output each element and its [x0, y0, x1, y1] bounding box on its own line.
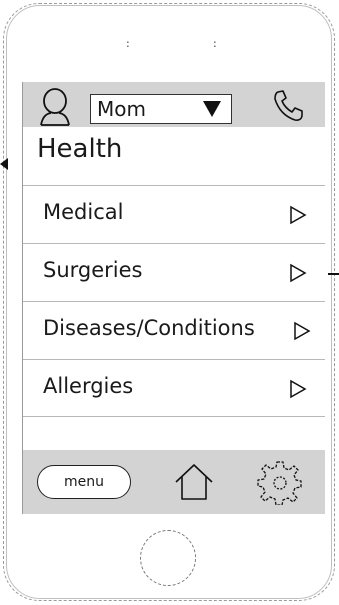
profile-select-value: Mom: [97, 97, 146, 121]
earpiece-dot-left: :: [126, 37, 130, 50]
earpiece-dot-right: :: [213, 37, 217, 50]
home-icon[interactable]: [173, 462, 215, 502]
annotation-tick-right: [328, 273, 339, 275]
menu-item-diseases-conditions[interactable]: Diseases/Conditions: [23, 301, 325, 359]
menu-item-surgeries[interactable]: Surgeries: [23, 243, 325, 301]
play-arrow-icon: [290, 263, 307, 283]
menu-item-label: Surgeries: [43, 258, 143, 282]
person-icon[interactable]: [39, 86, 71, 126]
app-screen: Mom Health Medical Surgeries Diseases/Co…: [22, 82, 325, 514]
page-title: Health: [37, 134, 123, 164]
menu-list: Medical Surgeries Diseases/Conditions Al…: [23, 185, 325, 417]
dropdown-arrow-icon: [203, 101, 221, 117]
menu-item-label: Diseases/Conditions: [43, 316, 255, 340]
phone-icon[interactable]: [271, 88, 307, 124]
top-bar: Mom: [23, 82, 325, 127]
gear-icon[interactable]: [257, 459, 303, 505]
menu-item-medical[interactable]: Medical: [23, 185, 325, 243]
hardware-home-button[interactable]: [140, 530, 196, 586]
play-arrow-icon: [290, 205, 307, 225]
menu-item-allergies[interactable]: Allergies: [23, 359, 325, 417]
play-arrow-icon: [294, 321, 311, 341]
play-arrow-icon: [290, 379, 307, 399]
menu-button[interactable]: menu: [37, 465, 131, 499]
annotation-arrow-left: [0, 158, 8, 170]
bottom-bar: menu: [23, 450, 325, 514]
profile-select[interactable]: Mom: [90, 94, 232, 124]
menu-item-label: Allergies: [43, 374, 134, 398]
menu-item-label: Medical: [43, 200, 124, 224]
